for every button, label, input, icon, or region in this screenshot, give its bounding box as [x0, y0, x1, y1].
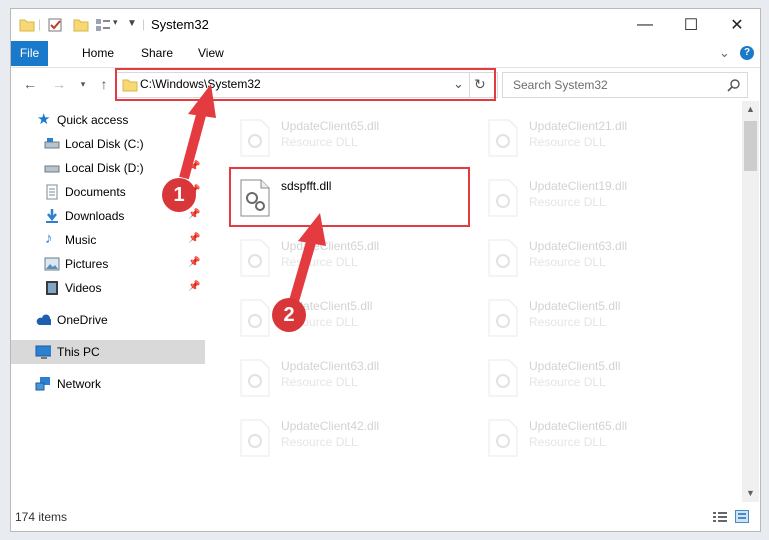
- arrow-1-head: [188, 84, 216, 118]
- annotation-arrows: [179, 84, 326, 310]
- step-2-badge: 2: [272, 298, 306, 332]
- arrow-2-head: [298, 213, 326, 246]
- step-1-badge: 1: [162, 178, 196, 212]
- arrow-2-shaft: [287, 230, 319, 310]
